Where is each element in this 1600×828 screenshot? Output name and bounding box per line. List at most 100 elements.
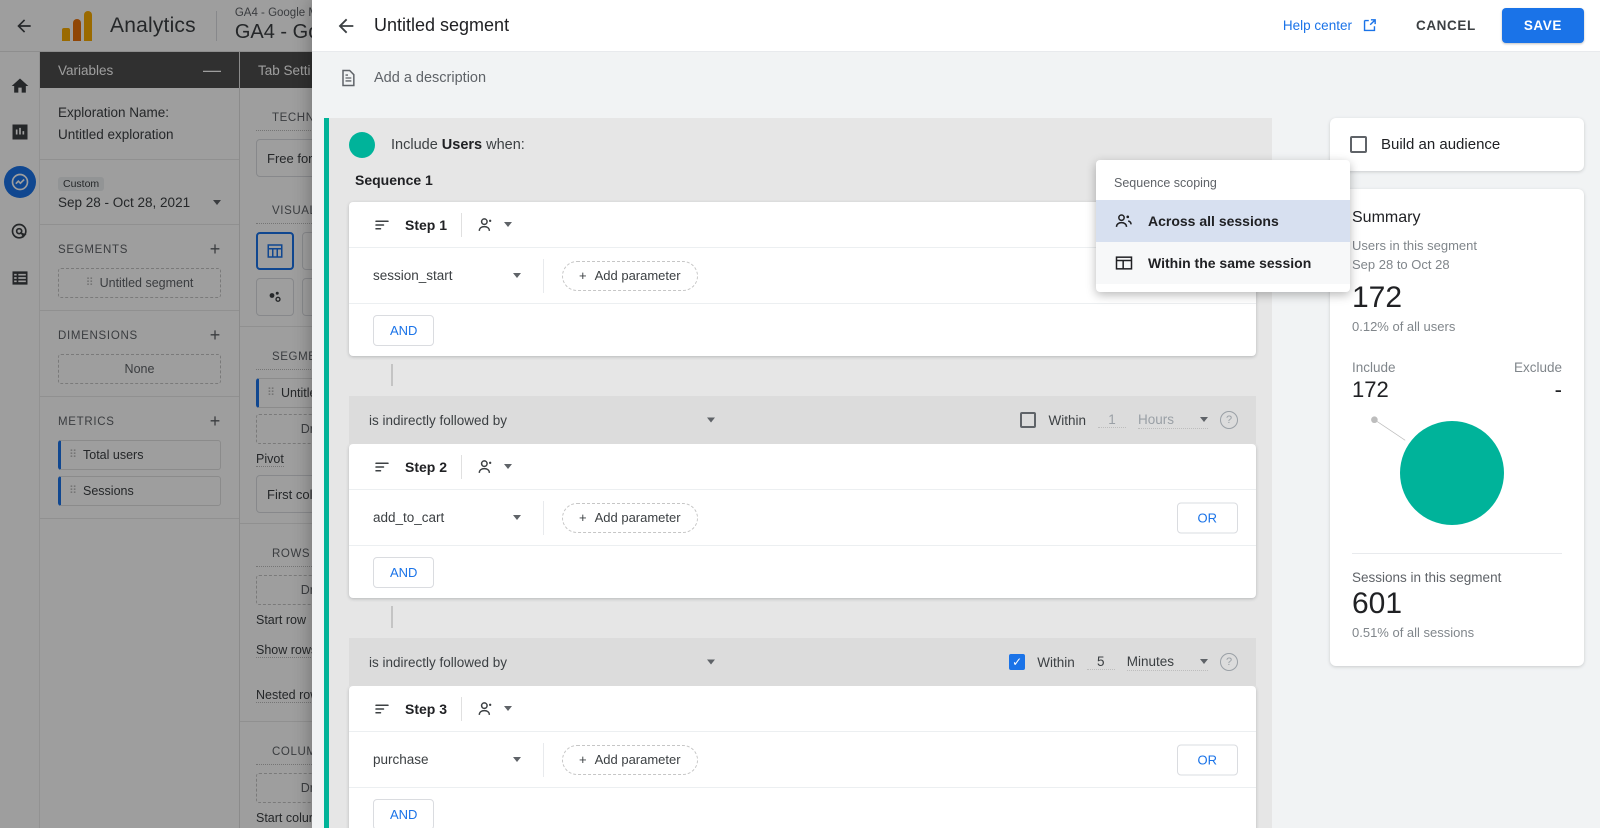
include-label: Include bbox=[1352, 360, 1396, 375]
step-name: Step 2 bbox=[405, 459, 447, 475]
question-icon[interactable]: ? bbox=[1220, 653, 1238, 671]
sequence-connector-tick bbox=[391, 606, 393, 628]
add-parameter-button[interactable]: + Add parameter bbox=[562, 261, 698, 291]
save-button[interactable]: SAVE bbox=[1502, 8, 1584, 43]
chevron-down-icon[interactable] bbox=[707, 418, 715, 423]
chevron-down-icon[interactable] bbox=[513, 757, 521, 762]
within-amount-input[interactable]: 1 bbox=[1098, 412, 1126, 428]
include-scope[interactable]: Users bbox=[442, 137, 482, 153]
include-row: Include Users when: bbox=[329, 118, 1272, 158]
condition-divider bbox=[543, 501, 544, 535]
dropdown-item-label: Across all sessions bbox=[1148, 213, 1279, 229]
and-button[interactable]: AND bbox=[373, 315, 434, 346]
within-amount-input[interactable]: 5 bbox=[1087, 654, 1115, 670]
add-parameter-button[interactable]: + Add parameter bbox=[562, 745, 698, 775]
sequence-connector-2: is indirectly followed by ✓ Within 5 Min… bbox=[349, 638, 1256, 686]
step-filter-icon[interactable] bbox=[373, 700, 391, 718]
session-icon bbox=[1114, 253, 1134, 273]
sessions-value: 601 bbox=[1352, 587, 1562, 621]
step-condition-row-2: add_to_cart + Add parameter OR bbox=[349, 490, 1256, 546]
within-checkbox[interactable] bbox=[1020, 412, 1036, 428]
exclude-value: - bbox=[1514, 377, 1562, 403]
event-name[interactable]: session_start bbox=[373, 268, 513, 283]
step-header-3: Step 3 bbox=[349, 686, 1256, 732]
chevron-down-icon bbox=[1200, 417, 1208, 422]
step-footer-3: AND bbox=[349, 788, 1256, 828]
chevron-down-icon bbox=[504, 464, 512, 469]
arrow-left-icon[interactable] bbox=[328, 8, 364, 44]
step-scope-selector[interactable] bbox=[476, 457, 512, 477]
plus-icon: + bbox=[579, 268, 587, 283]
sessions-label: Sessions in this segment bbox=[1352, 570, 1562, 585]
and-button[interactable]: AND bbox=[373, 557, 434, 588]
chevron-down-icon[interactable] bbox=[513, 273, 521, 278]
connector-relation[interactable]: is indirectly followed by bbox=[369, 413, 507, 428]
person-icon bbox=[476, 699, 496, 719]
include-suffix: when: bbox=[486, 137, 525, 153]
include-indicator-dot bbox=[349, 132, 375, 158]
question-icon[interactable]: ? bbox=[1220, 411, 1238, 429]
summary-sub-line-2: Sep 28 to Oct 28 bbox=[1352, 256, 1562, 275]
description-row[interactable]: Add a description bbox=[312, 52, 1600, 104]
help-center-label: Help center bbox=[1283, 18, 1352, 33]
document-icon bbox=[338, 67, 358, 89]
modal-header: Untitled segment Help center CANCEL SAVE bbox=[312, 0, 1600, 52]
dropdown-item-label: Within the same session bbox=[1148, 255, 1311, 271]
include-exclude-row: Include 172 Exclude - bbox=[1352, 360, 1562, 403]
include-bubble bbox=[1400, 421, 1504, 525]
within-label: Within bbox=[1037, 655, 1075, 670]
sequence-scoping-dropdown: Sequence scoping Across all sessions Wit… bbox=[1096, 160, 1350, 292]
step-scope-selector[interactable] bbox=[476, 699, 512, 719]
step-condition-row-3: purchase + Add parameter OR bbox=[349, 732, 1256, 788]
step-name: Step 3 bbox=[405, 701, 447, 717]
sequence-connector-tick bbox=[391, 364, 393, 386]
within-label: Within bbox=[1048, 413, 1086, 428]
add-parameter-button[interactable]: + Add parameter bbox=[562, 503, 698, 533]
step-footer-1: AND bbox=[349, 304, 1256, 356]
build-audience-card[interactable]: Build an audience bbox=[1330, 118, 1584, 171]
chevron-down-icon[interactable] bbox=[513, 515, 521, 520]
connector-relation[interactable]: is indirectly followed by bbox=[369, 655, 507, 670]
within-unit-label: Hours bbox=[1138, 412, 1174, 427]
step-scope-selector[interactable] bbox=[476, 215, 512, 235]
include-value: 172 bbox=[1352, 377, 1396, 403]
dropdown-item-across-all-sessions[interactable]: Across all sessions bbox=[1096, 200, 1350, 242]
event-name[interactable]: purchase bbox=[373, 752, 513, 767]
within-unit-select[interactable]: Minutes bbox=[1127, 654, 1208, 671]
summary-users-value: 172 bbox=[1352, 281, 1562, 315]
page-title: Untitled segment bbox=[374, 15, 509, 36]
step-header-2: Step 2 bbox=[349, 444, 1256, 490]
sequence-connector-1: is indirectly followed by Within 1 Hours… bbox=[349, 396, 1256, 444]
within-checkbox[interactable]: ✓ bbox=[1009, 654, 1025, 670]
and-button[interactable]: AND bbox=[373, 799, 434, 828]
build-audience-checkbox[interactable] bbox=[1350, 136, 1367, 153]
description-input[interactable]: Add a description bbox=[374, 70, 486, 86]
build-audience-label: Build an audience bbox=[1381, 136, 1500, 153]
event-name[interactable]: add_to_cart bbox=[373, 510, 513, 525]
summary-column: Build an audience Summary Users in this … bbox=[1330, 118, 1584, 666]
include-statement: Include Users when: bbox=[391, 137, 525, 153]
condition-divider bbox=[543, 259, 544, 293]
exclude-label: Exclude bbox=[1514, 360, 1562, 375]
step-filter-icon[interactable] bbox=[373, 216, 391, 234]
sessions-pct: 0.51% of all sessions bbox=[1352, 625, 1562, 640]
cancel-button[interactable]: CANCEL bbox=[1416, 18, 1476, 33]
or-button[interactable]: OR bbox=[1177, 502, 1239, 533]
segment-bubble-chart bbox=[1352, 407, 1562, 547]
dropdown-title: Sequence scoping bbox=[1096, 172, 1350, 200]
chevron-down-icon bbox=[1200, 659, 1208, 664]
segment-builder-modal: Untitled segment Help center CANCEL SAVE… bbox=[312, 0, 1600, 828]
or-button[interactable]: OR bbox=[1177, 744, 1239, 775]
within-unit-select[interactable]: Hours bbox=[1138, 412, 1208, 429]
help-center-link[interactable]: Help center bbox=[1283, 17, 1378, 34]
within-unit-label: Minutes bbox=[1127, 654, 1174, 669]
step-divider bbox=[461, 213, 462, 237]
summary-divider bbox=[1352, 553, 1562, 554]
chevron-down-icon bbox=[504, 706, 512, 711]
chevron-down-icon bbox=[504, 222, 512, 227]
step-filter-icon[interactable] bbox=[373, 458, 391, 476]
summary-card: Summary Users in this segment Sep 28 to … bbox=[1330, 189, 1584, 666]
include-prefix: Include bbox=[391, 137, 438, 153]
chevron-down-icon[interactable] bbox=[707, 660, 715, 665]
dropdown-item-within-same-session[interactable]: Within the same session bbox=[1096, 242, 1350, 284]
